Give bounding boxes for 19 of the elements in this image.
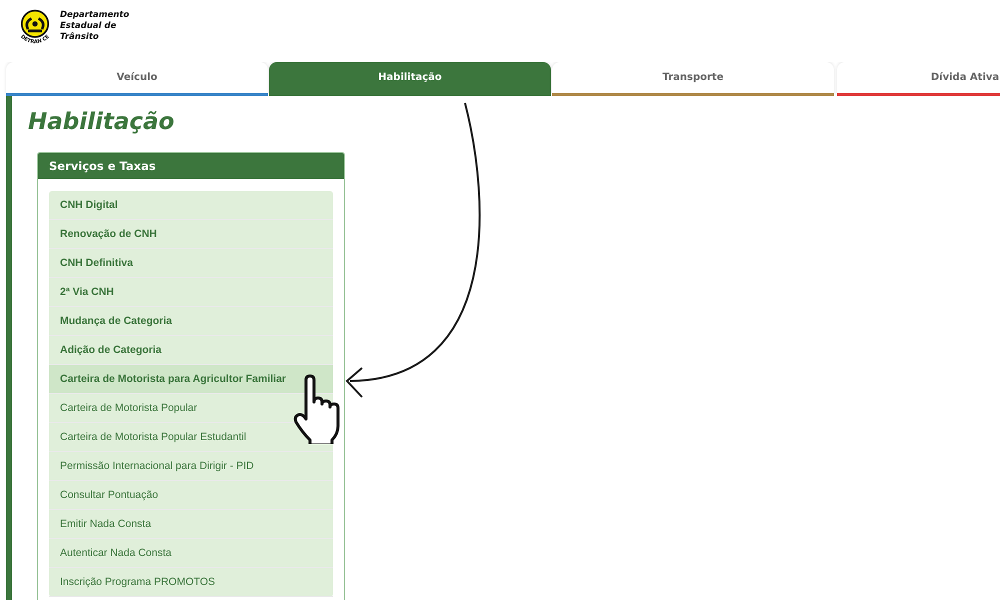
nav-tab[interactable]: Dívida Ativa <box>837 62 1000 96</box>
service-link[interactable]: Carteira de Motorista para Agricultor Familiar <box>49 365 333 394</box>
panel-title: Serviços e Taxas <box>38 153 344 179</box>
service-link[interactable]: Consultar Pontuação <box>49 481 333 510</box>
nav-tab[interactable]: Veículo <box>6 62 268 96</box>
service-link[interactable]: 2ª Via CNH <box>49 278 333 307</box>
service-link[interactable]: CNH Digital <box>49 191 333 220</box>
service-link[interactable]: Mudança de Categoria <box>49 307 333 336</box>
page-title: Habilitação <box>28 108 176 136</box>
logo-name: Departamento Estadual de Trânsito <box>60 10 130 43</box>
service-link[interactable]: CNH Definitiva <box>49 249 333 278</box>
service-link[interactable]: Permissão Internacional para Dirigir - PID <box>49 452 333 481</box>
hand-pointer-icon <box>292 374 340 444</box>
nav-tab[interactable]: Habilitação <box>269 62 551 96</box>
service-link[interactable]: Autenticar Nada Consta <box>49 539 333 568</box>
service-link[interactable]: Renovação de CNH <box>49 220 333 249</box>
service-link[interactable]: Emitir Nada Consta <box>49 510 333 539</box>
service-link[interactable]: Inscrição Programa PROMOTOS <box>49 568 333 597</box>
nav-tab[interactable]: Transporte <box>552 62 834 96</box>
